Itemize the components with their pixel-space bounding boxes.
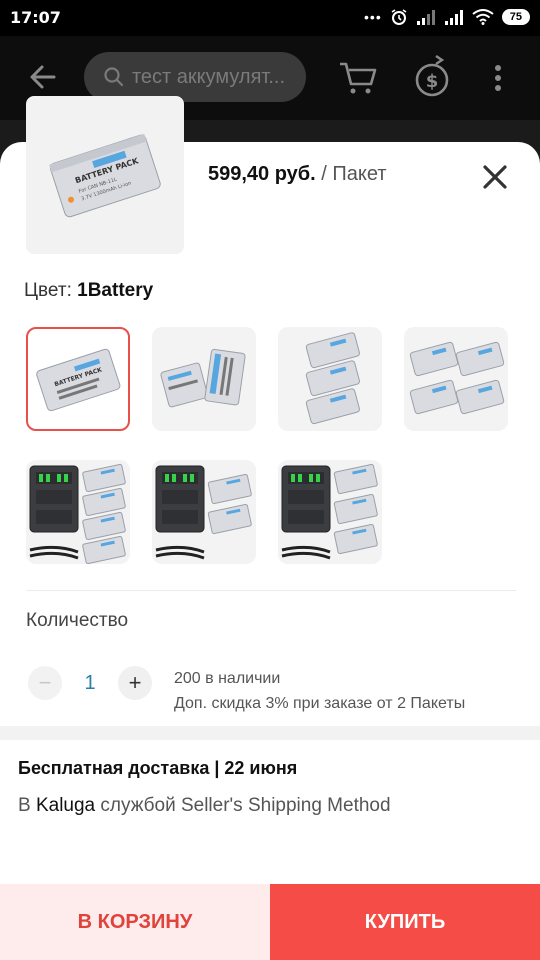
- buy-now-button[interactable]: КУПИТЬ: [270, 884, 540, 960]
- battery-image: BATTERY PACK: [36, 348, 121, 412]
- signal-icon-2: [444, 10, 463, 25]
- shipping-details[interactable]: В Kaluga службой Seller's Shipping Metho…: [18, 795, 391, 817]
- charger-two-image: [155, 465, 252, 560]
- cart-icon[interactable]: [338, 60, 378, 96]
- variant-option[interactable]: BATTERY PACK: [26, 327, 130, 431]
- search-field[interactable]: тест аккумулят...: [84, 52, 306, 102]
- back-arrow-icon[interactable]: [28, 62, 58, 92]
- status-bar: 17:07 ••• 75: [0, 0, 540, 36]
- variant-option[interactable]: [152, 327, 256, 431]
- shipping-title[interactable]: Бесплатная доставка | 22 июня: [18, 758, 297, 779]
- add-to-cart-button[interactable]: В КОРЗИНУ: [0, 884, 270, 960]
- variant-option[interactable]: [26, 460, 130, 564]
- search-icon: [104, 67, 124, 87]
- shipping-prefix: В: [18, 795, 36, 816]
- quantity-title: Количество: [26, 610, 129, 631]
- stock-count: 200 в наличии: [174, 670, 281, 687]
- battery-image: BATTERY PACK For CAN NB-11L 3.7V 1300mAh…: [49, 133, 161, 218]
- stock-info: 200 в наличии Доп. скидка 3% при заказе …: [174, 666, 465, 716]
- variant-option[interactable]: [404, 327, 508, 431]
- bulk-discount-note: Доп. скидка 3% при заказе от 2 Пакеты: [174, 695, 466, 712]
- notification-dots-icon: •••: [364, 9, 382, 25]
- color-label-text: Цвет:: [24, 280, 78, 301]
- status-icons: ••• 75: [364, 8, 530, 26]
- alarm-icon: [391, 9, 407, 25]
- charger-three-image: [281, 463, 378, 560]
- signal-icon: [416, 10, 435, 25]
- svg-text:$: $: [426, 71, 439, 92]
- search-placeholder: тест аккумулят...: [132, 65, 286, 88]
- battery-four-image: [409, 341, 505, 415]
- charger-four-image: [29, 463, 126, 564]
- price-value: 599,40 руб.: [208, 163, 316, 185]
- product-price: 599,40 руб. / Пакет: [208, 163, 386, 186]
- shipping-method: службой Seller's Shipping Method: [95, 795, 391, 816]
- battery-icon: 75: [501, 9, 530, 25]
- coins-icon[interactable]: $: [412, 54, 452, 100]
- battery-pair-image: [160, 348, 246, 408]
- battery-three-image: [305, 332, 360, 425]
- quantity-decrease-button[interactable]: −: [28, 666, 62, 700]
- variant-option[interactable]: [278, 327, 382, 431]
- selected-product-image: BATTERY PACK For CAN NB-11L 3.7V 1300mAh…: [26, 96, 184, 254]
- price-unit: / Пакет: [315, 163, 387, 185]
- section-separator: [0, 726, 540, 740]
- quantity-value[interactable]: 1: [82, 672, 98, 695]
- divider: [26, 590, 516, 591]
- variant-option[interactable]: [152, 460, 256, 564]
- wifi-icon: [472, 9, 494, 25]
- color-label: Цвет: 1Battery: [24, 280, 153, 302]
- more-options-icon[interactable]: [494, 64, 502, 92]
- variant-option[interactable]: [278, 460, 382, 564]
- quantity-increase-button[interactable]: +: [118, 666, 152, 700]
- status-time: 17:07: [10, 8, 61, 27]
- close-icon[interactable]: [478, 160, 512, 194]
- shipping-city: Kaluga: [35, 795, 96, 816]
- color-value: 1Battery: [77, 280, 154, 301]
